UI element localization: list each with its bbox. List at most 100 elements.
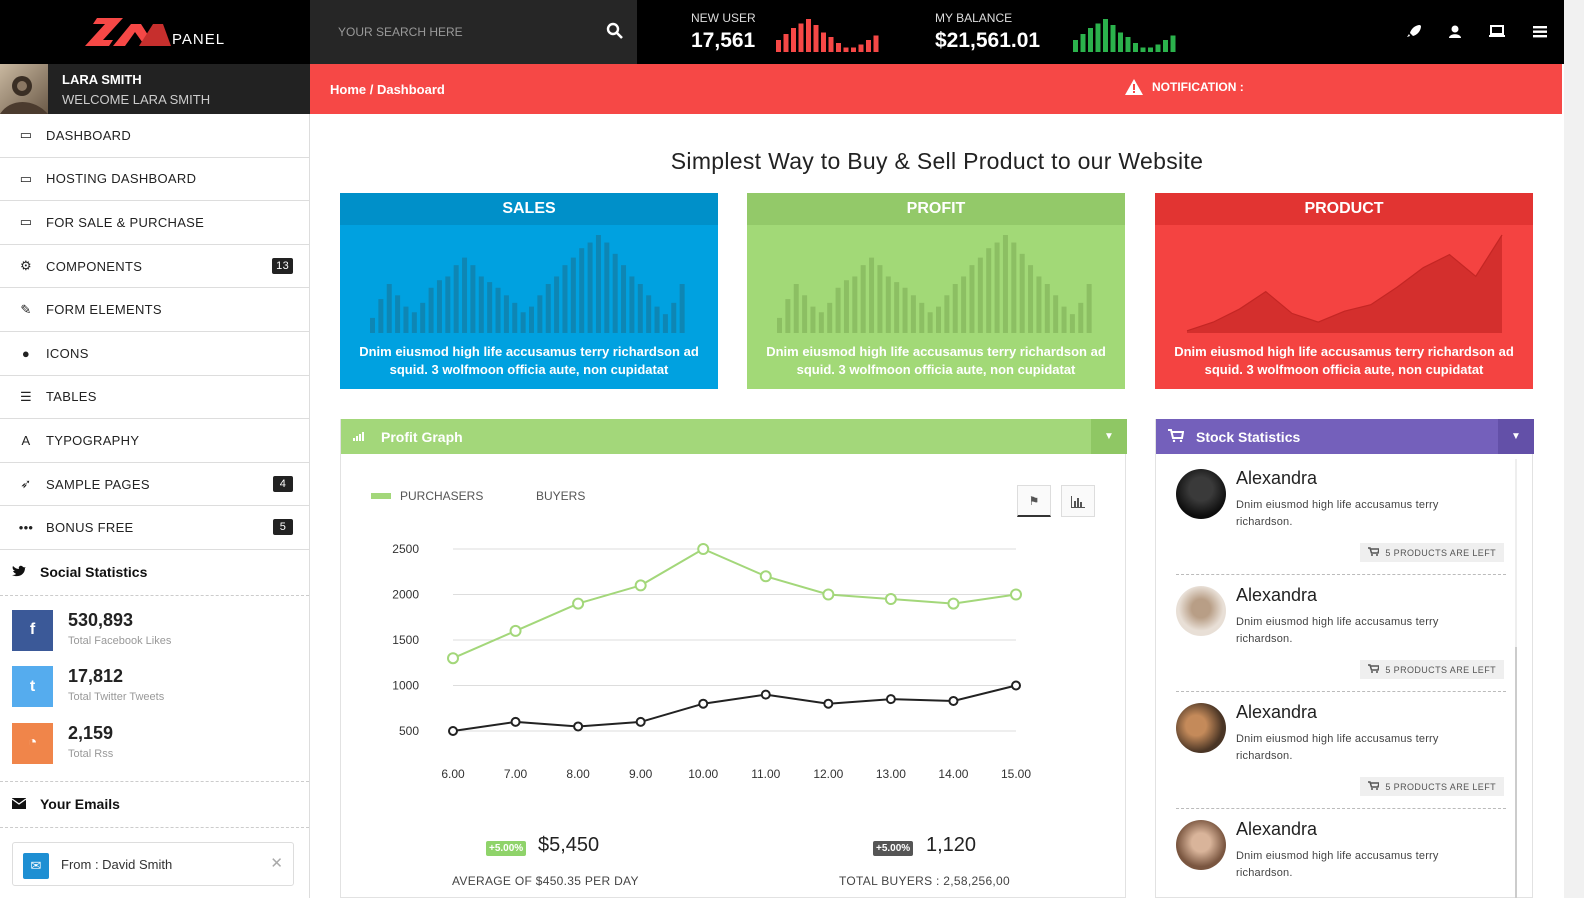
data-point[interactable] [1011, 680, 1021, 691]
sparkline-bar [1155, 44, 1161, 52]
data-point[interactable] [948, 695, 959, 706]
data-point[interactable] [885, 694, 896, 705]
stock-list-item[interactable]: Alexandra Dnim eiusmod high life accusamu… [1176, 576, 1506, 692]
email-from: From : David Smith [61, 857, 173, 872]
card-profit[interactable]: PROFIT Dnim eiusmod high life accusamus t… [747, 193, 1125, 389]
search-bar [310, 0, 637, 64]
sidebar-item-form-elements[interactable]: ✎ FORM ELEMENTS [0, 288, 309, 332]
card-description: Dnim eiusmod high life accusamus terry r… [1174, 344, 1514, 377]
sparkline-bar [813, 25, 819, 52]
new-user-stat: NEW USER 17,561 [691, 0, 891, 64]
facebook-icon[interactable]: f [12, 609, 53, 651]
data-point[interactable] [572, 597, 585, 610]
sidebar-item-label: SAMPLE PAGES [46, 476, 150, 492]
user-icon[interactable] [1448, 24, 1462, 40]
stock-statistics-title: Stock Statistics [1196, 429, 1301, 445]
logo[interactable]: PANEL [0, 0, 310, 64]
avatar [1176, 703, 1226, 753]
close-icon[interactable]: ✕ [270, 854, 283, 872]
card-chart [777, 235, 1092, 333]
sparkline-bar [1163, 40, 1168, 52]
data-point[interactable] [635, 716, 646, 727]
card-product[interactable]: PRODUCT Dnim eiusmod high life accusamus … [1155, 193, 1533, 389]
card-bar [785, 299, 791, 333]
sidebar-item-tables[interactable]: ☰ TABLES [0, 376, 309, 420]
twitter-icon[interactable]: t [12, 666, 53, 708]
sparkline-bar [851, 47, 856, 52]
data-point[interactable] [1010, 588, 1022, 601]
data-point[interactable] [884, 593, 897, 606]
chevron-down-icon[interactable]: ▼ [1091, 419, 1127, 454]
sidebar-item-sample-pages[interactable]: ➶ SAMPLE PAGES 4 [0, 463, 309, 507]
sidebar-item-hosting-dashboard[interactable]: ▭ HOSTING DASHBOARD [0, 158, 309, 202]
sidebar-nav: ▭ DASHBOARD ▭ HOSTING DASHBOARD ▭ FOR SALE & … [0, 114, 309, 550]
social-statistics-title: Social Statistics [0, 550, 309, 596]
card-bar [843, 280, 849, 333]
stock-name: Alexandra [1236, 702, 1318, 722]
social-list: f 530,893 Total Facebook Likes t 17,812 Total… [0, 596, 309, 782]
data-point[interactable] [447, 652, 459, 665]
sidebar-item-components[interactable]: ⚙ COMPONENTS 13 [0, 245, 309, 289]
breadcrumb[interactable]: Home / Dashboard [330, 82, 445, 97]
card-bar [1011, 242, 1017, 333]
sparkline-bar [836, 43, 841, 52]
data-point[interactable] [698, 698, 709, 709]
chevron-down-icon[interactable]: ▼ [1498, 419, 1534, 454]
data-point[interactable] [509, 624, 522, 637]
search-icon[interactable] [606, 22, 624, 40]
avatar[interactable] [0, 64, 48, 114]
cart-icon [1368, 781, 1381, 792]
card-bar [420, 302, 426, 333]
warning-icon [1125, 79, 1143, 95]
page-scrollbar[interactable] [1564, 0, 1584, 898]
email-item[interactable]: ✉ From : David Smith ✕ [12, 842, 294, 886]
data-point[interactable] [823, 698, 834, 709]
data-point[interactable] [634, 579, 647, 592]
card-bar [436, 280, 442, 333]
x-tick-label: 8.00 [566, 767, 590, 781]
sparkline-bar [1140, 47, 1146, 52]
card-bar [1061, 306, 1067, 333]
pencil-icon: ✎ [20, 301, 32, 317]
card-bar [378, 299, 384, 333]
sidebar-item-typography[interactable]: A TYPOGRAPHY [0, 419, 309, 463]
data-point[interactable] [822, 588, 835, 601]
card-bar [986, 248, 992, 333]
data-point[interactable] [760, 689, 771, 700]
card-bar [802, 295, 808, 333]
data-point[interactable] [573, 721, 584, 732]
laptop-icon[interactable] [1488, 24, 1506, 40]
cart-icon [1168, 429, 1184, 442]
notification[interactable]: NOTIFICATION : [1124, 78, 1244, 96]
rocket-icon[interactable] [1406, 24, 1422, 40]
social-value: 17,812 [68, 666, 124, 687]
legend-buyers[interactable]: BUYERS [536, 489, 585, 503]
avatar-photo [0, 76, 48, 114]
card-bar [520, 312, 526, 333]
data-point[interactable] [759, 570, 772, 583]
stock-list-item[interactable]: Alexandra Dnim eiusmod high life accusamu… [1176, 693, 1506, 809]
sidebar-item-for-sale-purchase[interactable]: ▭ FOR SALE & PURCHASE [0, 201, 309, 245]
data-point[interactable] [448, 726, 458, 736]
search-input[interactable] [338, 20, 588, 44]
sparkline-bar [843, 47, 849, 52]
card-bar [919, 302, 925, 333]
x-tick-label: 10.00 [688, 767, 718, 781]
menu-icon[interactable] [1532, 24, 1548, 40]
your-emails-title: Your Emails [0, 782, 309, 828]
sparkline-bar [1080, 34, 1086, 52]
data-point[interactable] [697, 543, 710, 555]
sidebar-item-bonus-free[interactable]: ••• BONUS FREE 5 [0, 506, 309, 550]
data-point[interactable] [947, 597, 960, 610]
stock-list-item[interactable]: Alexandra Dnim eiusmod high life accusamu… [1176, 459, 1506, 575]
sidebar-item-icons[interactable]: ● ICONS [0, 332, 309, 376]
sidebar-item-dashboard[interactable]: ▭ DASHBOARD [0, 114, 309, 158]
data-point[interactable] [510, 716, 521, 727]
rss-icon[interactable]: ◔ [12, 722, 53, 764]
card-sales[interactable]: SALES Dnim eiusmod high life accusamus te… [340, 193, 718, 389]
scrollbar-thumb[interactable] [1515, 647, 1517, 898]
legend-purchasers[interactable]: PURCHASERS [400, 489, 483, 503]
stock-list-item[interactable]: Alexandra Dnim eiusmod high life accusamu… [1176, 810, 1506, 898]
balance-label: MY BALANCE [935, 11, 1013, 25]
sparkline-bar [821, 32, 826, 52]
